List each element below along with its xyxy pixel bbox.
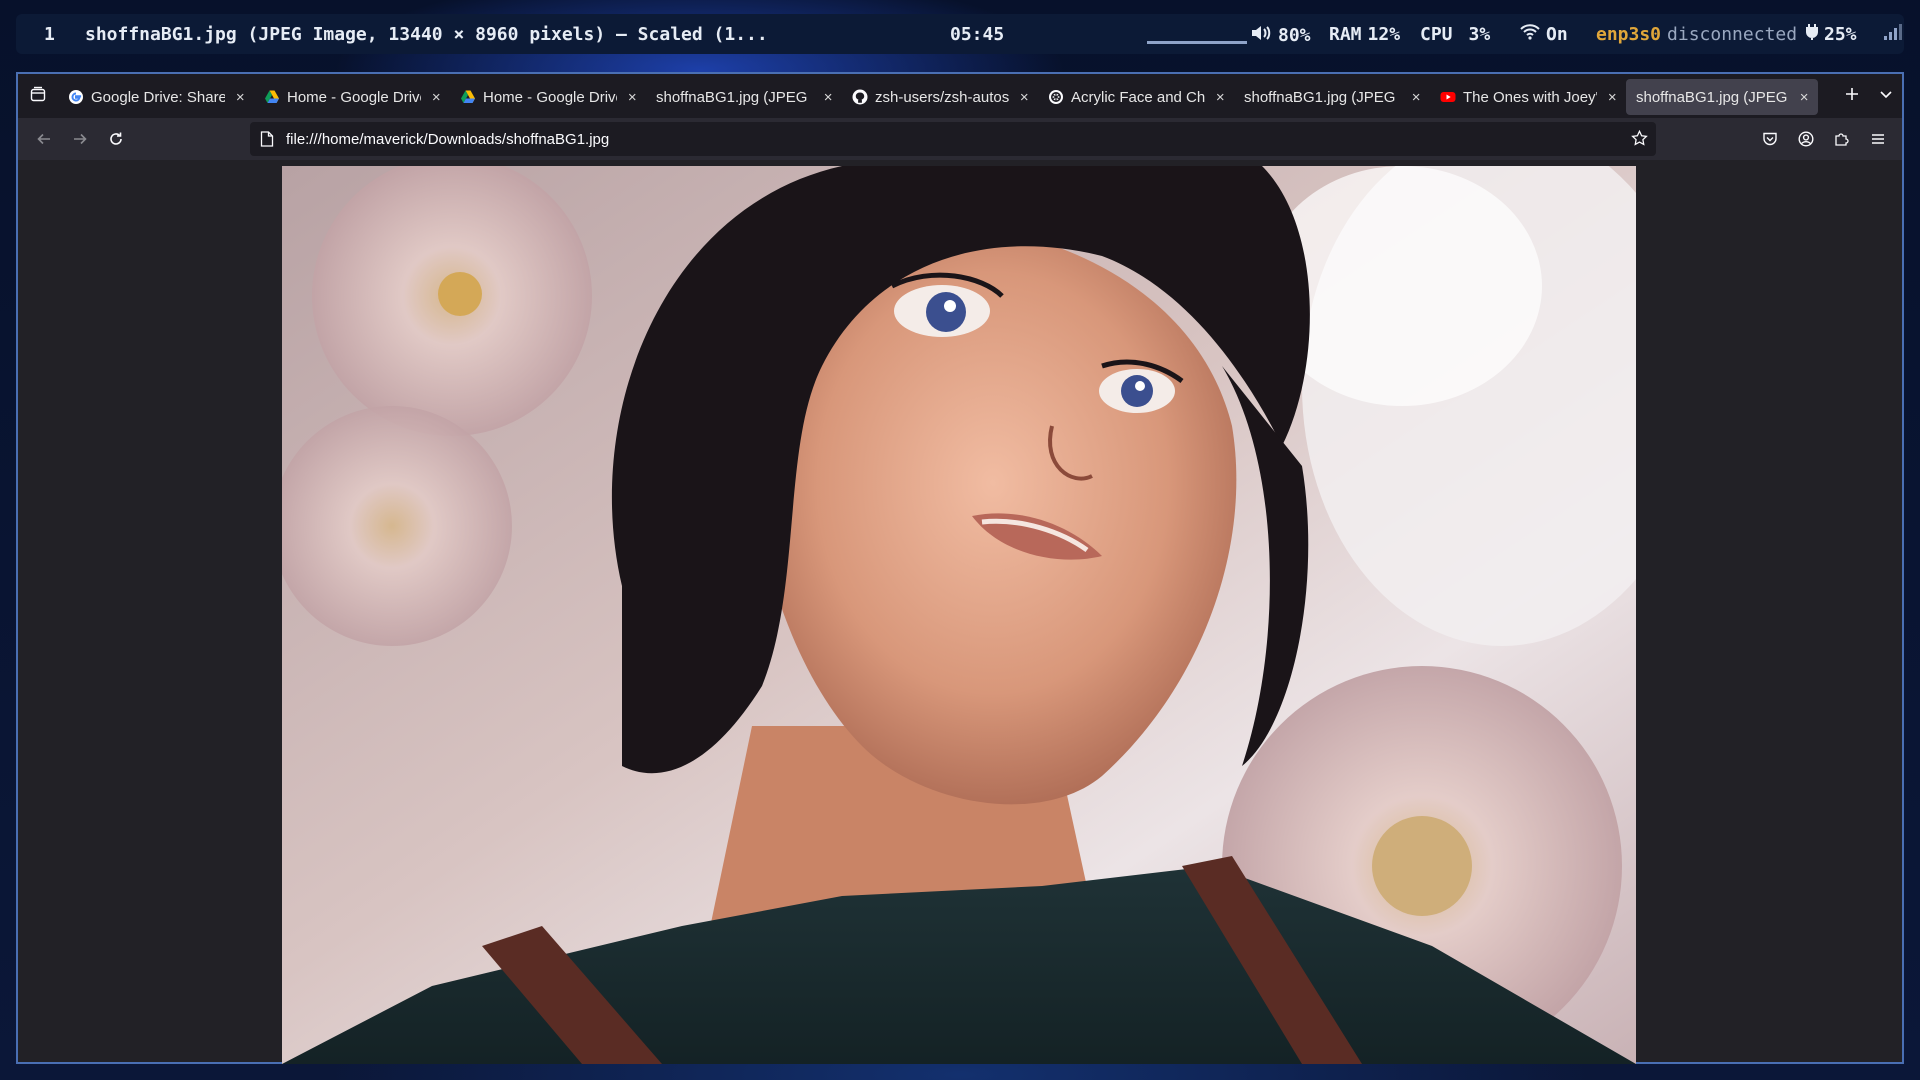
ram-label: RAM [1329,24,1362,45]
app-menu-button[interactable] [1866,127,1890,151]
tab-zsh-autosuggestions[interactable]: zsh-users/zsh-autosu × [842,79,1038,115]
tab-title: Home - Google Drive [483,88,618,106]
battery-status[interactable]: 25% [1806,24,1857,45]
account-icon [1798,131,1814,147]
account-button[interactable] [1794,127,1818,151]
wifi-status[interactable]: On [1520,24,1568,45]
youtube-icon [1440,89,1456,105]
displayed-image[interactable] [282,166,1636,1064]
tab-home-google-drive-1[interactable]: Home - Google Drive × [254,79,450,115]
browser-window: Google Drive: Share f × Home - Google Dr… [16,72,1904,1064]
tab-shoffna-image-2[interactable]: shoffnaBG1.jpg (JPEG Im × [1234,79,1430,115]
wifi-icon [1520,24,1540,45]
arrow-left-icon [37,133,50,145]
reload-button[interactable] [104,127,128,151]
close-icon[interactable]: × [1410,89,1422,106]
navigation-toolbar: file:///home/maverick/Downloads/shoffnaB… [18,118,1902,160]
signal-status [1884,24,1902,45]
brightness-bar [1147,41,1247,44]
cpu-label: CPU [1420,24,1453,45]
speaker-icon [1250,24,1272,47]
close-icon[interactable]: × [430,89,442,106]
volume-status[interactable]: 80% [1250,24,1311,47]
tab-bar-actions [1844,74,1894,118]
tab-home-google-drive-2[interactable]: Home - Google Drive × [450,79,646,115]
tab-title: zsh-users/zsh-autosu [875,88,1010,106]
close-icon[interactable]: × [234,89,246,106]
hamburger-menu-icon [1872,134,1884,144]
openai-icon [1048,89,1064,105]
close-icon[interactable]: × [1798,89,1810,106]
close-icon[interactable]: × [1018,89,1030,106]
url-text: file:///home/maverick/Downloads/shoffnaB… [286,130,610,148]
pocket-icon [1763,132,1777,146]
tab-list-icon [30,86,46,107]
tab-title: Home - Google Drive [287,88,422,106]
tab-title: shoffnaBG1.jpg (JPEG Im [1244,88,1402,106]
signal-bars-icon [1884,24,1902,45]
network-status[interactable]: enp3s0 disconnected [1596,24,1797,45]
tab-title: Acrylic Face and Chee [1071,88,1206,106]
address-bar[interactable]: file:///home/maverick/Downloads/shoffnaB… [250,122,1656,156]
focused-window-title: shoffnaBG1.jpg (JPEG Image, 13440 × 8960… [85,23,768,45]
tab-overview-button[interactable] [18,74,58,118]
puzzle-icon [1835,133,1849,146]
close-icon[interactable]: × [822,89,834,106]
google-icon [68,89,84,105]
cpu-status: CPU 3% [1420,24,1490,45]
github-icon [852,89,868,105]
page-icon [260,131,274,152]
tab-title: Google Drive: Share f [91,88,226,106]
tab-the-ones-with-joeys[interactable]: The Ones with Joey's × [1430,79,1626,115]
battery-value: 25% [1824,24,1857,45]
tab-shoffna-image-active[interactable]: shoffnaBG1.jpg (JPEG Im × [1626,79,1818,115]
back-button[interactable] [32,127,56,151]
network-state: disconnected [1667,24,1798,45]
chevron-down-icon [1880,90,1892,98]
arrow-right-icon [74,133,87,145]
close-icon[interactable]: × [626,89,638,106]
pocket-button[interactable] [1758,127,1782,151]
ram-value: 12% [1367,24,1401,45]
wifi-state: On [1546,24,1568,45]
tab-google-drive-share[interactable]: Google Drive: Share f × [58,79,254,115]
ram-status: RAM 12% [1329,24,1400,45]
tab-title: The Ones with Joey's [1463,88,1598,106]
tab-title: shoffnaBG1.jpg (JPEG Im [656,88,814,106]
bookmark-star-icon[interactable] [1631,129,1648,152]
cpu-value: 3% [1468,24,1491,45]
battery-plug-icon [1806,24,1818,45]
workspace-indicator[interactable]: 1 [44,24,55,45]
anime-portrait-illustration [282,166,1636,1064]
tab-bar: Google Drive: Share f × Home - Google Dr… [18,74,1902,118]
extensions-button[interactable] [1830,127,1854,151]
close-icon[interactable]: × [1606,89,1618,106]
page-content [18,160,1902,1064]
close-icon[interactable]: × [1214,89,1226,106]
list-all-tabs-button[interactable] [1878,86,1894,107]
forward-button[interactable] [68,127,92,151]
google-drive-icon [460,89,476,105]
plus-icon [1846,87,1858,100]
tab-acrylic-face[interactable]: Acrylic Face and Chee × [1038,79,1234,115]
new-tab-button[interactable] [1844,86,1860,107]
volume-value: 80% [1278,25,1311,46]
clock: 05:45 [950,23,1005,45]
google-drive-icon [264,89,280,105]
network-interface: enp3s0 [1596,24,1662,45]
reload-icon [110,132,122,145]
system-status-bar: 1 shoffnaBG1.jpg (JPEG Image, 13440 × 89… [16,14,1904,54]
tab-shoffna-image-1[interactable]: shoffnaBG1.jpg (JPEG Im × [646,79,842,115]
tab-title: shoffnaBG1.jpg (JPEG Im [1636,88,1789,106]
